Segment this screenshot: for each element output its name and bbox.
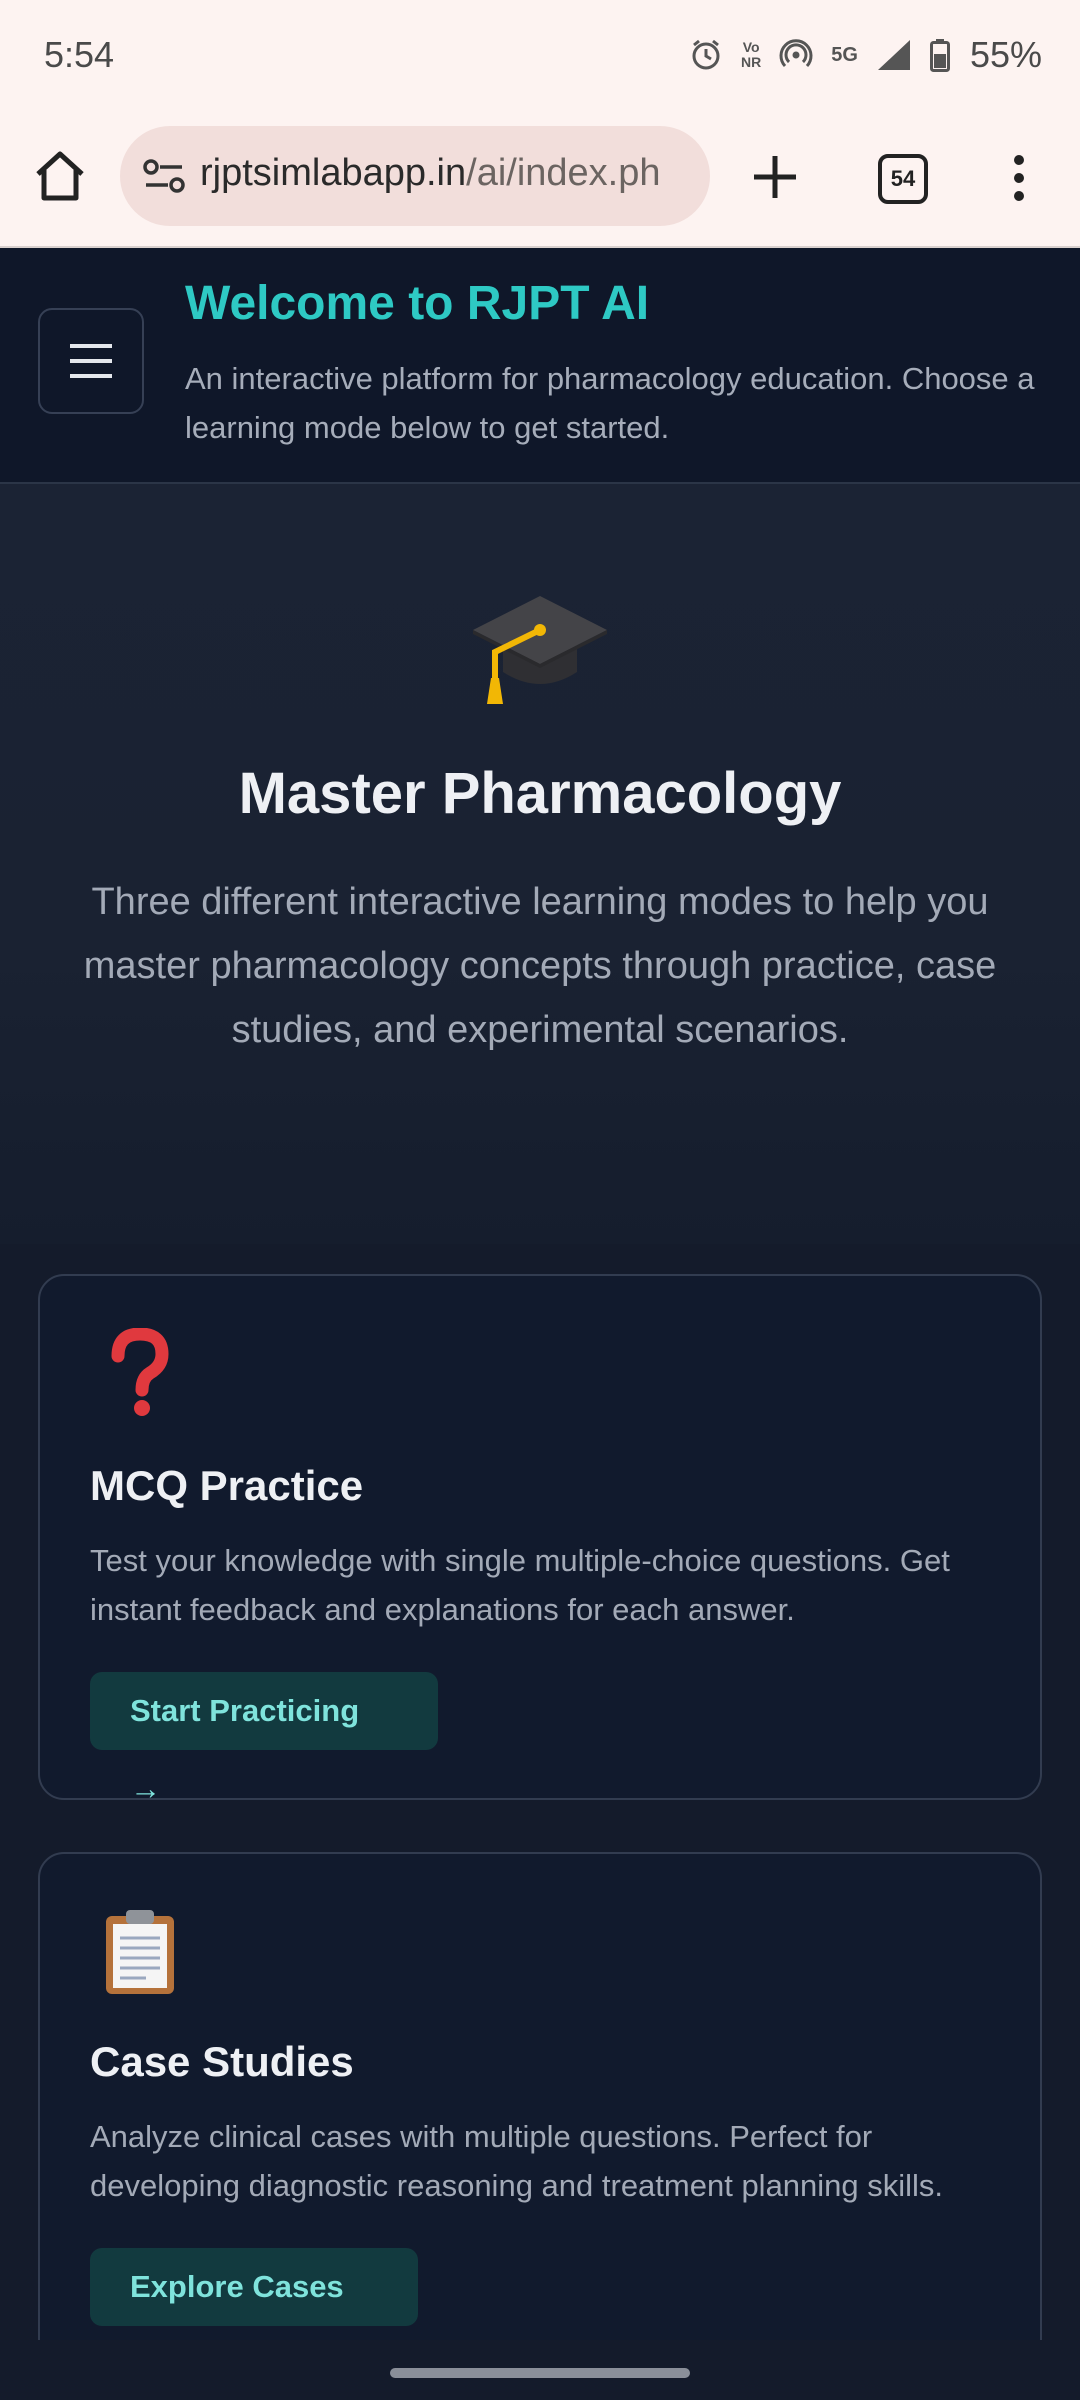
case-studies-card: Case Studies Analyze clinical cases with…: [38, 1852, 1042, 2400]
hamburger-icon: [70, 344, 112, 378]
graduation-cap-icon: [473, 596, 607, 704]
explore-cases-button[interactable]: Explore Cases →: [90, 2248, 418, 2382]
question-mark-icon: [111, 1328, 169, 1416]
tab-switcher-button[interactable]: 54: [878, 154, 928, 204]
site-settings-icon[interactable]: [142, 156, 186, 196]
hero-section: Master Pharmacology Three different inte…: [0, 484, 1080, 1244]
card-title: MCQ Practice: [90, 1462, 364, 1509]
new-tab-icon[interactable]: [748, 150, 802, 204]
status-icons: Vo NR 5G 55%: [689, 30, 1042, 80]
hamburger-menu-button[interactable]: [38, 308, 144, 414]
card-description: Analyze clinical cases with multiple que…: [90, 2119, 944, 2203]
battery-percent: 55%: [969, 34, 1042, 75]
address-bar[interactable]: rjptsimlabapp.in/ai/index.ph: [120, 126, 710, 226]
app-header: Welcome to RJPT AI An interactive platfo…: [0, 248, 1080, 484]
mcq-practice-card: MCQ Practice Test your knowledge with si…: [38, 1274, 1042, 1806]
start-practicing-button[interactable]: Start Practicing →: [90, 1672, 438, 1806]
card-description: Test your knowledge with single multiple…: [90, 1543, 950, 1627]
hotspot-icon: [779, 39, 813, 68]
alarm-icon: [692, 39, 720, 70]
battery-icon: [929, 39, 950, 72]
url-host: rjptsimlabapp.in: [200, 152, 467, 194]
app-title: Welcome to RJPT AI: [185, 277, 650, 330]
hero-description: Three different interactive learning mod…: [83, 881, 997, 1051]
hero-title: Master Pharmacology: [238, 761, 842, 826]
url-text: rjptsimlabapp.in/ai/index.ph: [200, 152, 700, 195]
status-time: 5:54: [44, 34, 115, 75]
home-icon[interactable]: [30, 146, 90, 206]
navigation-bar: [0, 2340, 1080, 2400]
gesture-handle[interactable]: [390, 2368, 690, 2378]
status-bar: 5:54 Vo NR 5G 55%: [0, 0, 1080, 110]
more-options-icon[interactable]: [1002, 152, 1036, 204]
network-type: 5G: [831, 44, 858, 66]
clipboard-icon: [106, 1910, 174, 1994]
app-subtitle: An interactive platform for pharmacology…: [185, 361, 1035, 445]
vonr-icon: Vo NR: [741, 39, 762, 70]
card-title: Case Studies: [90, 2038, 354, 2085]
signal-icon: [877, 40, 910, 70]
url-path: /ai/index.ph: [466, 152, 661, 194]
browser-toolbar: rjptsimlabapp.in/ai/index.ph 54: [0, 110, 1080, 248]
